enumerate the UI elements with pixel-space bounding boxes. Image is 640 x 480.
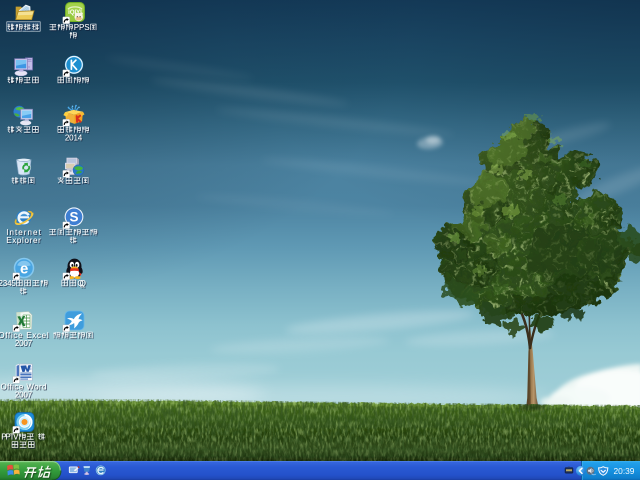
svg-text:S: S <box>69 210 78 225</box>
svg-text:Explorer: Explorer <box>6 236 41 245</box>
svg-text:e: e <box>20 260 28 277</box>
svg-text:PPTV: PPTV <box>1 432 19 441</box>
svg-text:PPS: PPS <box>74 23 90 32</box>
svg-text:20:39: 20:39 <box>614 466 635 476</box>
svg-text:2007: 2007 <box>15 339 33 348</box>
svg-text:2345: 2345 <box>0 279 16 288</box>
svg-text:QQ: QQ <box>77 279 86 288</box>
svg-text:2014: 2014 <box>65 134 83 143</box>
svg-text:2007: 2007 <box>15 391 33 400</box>
